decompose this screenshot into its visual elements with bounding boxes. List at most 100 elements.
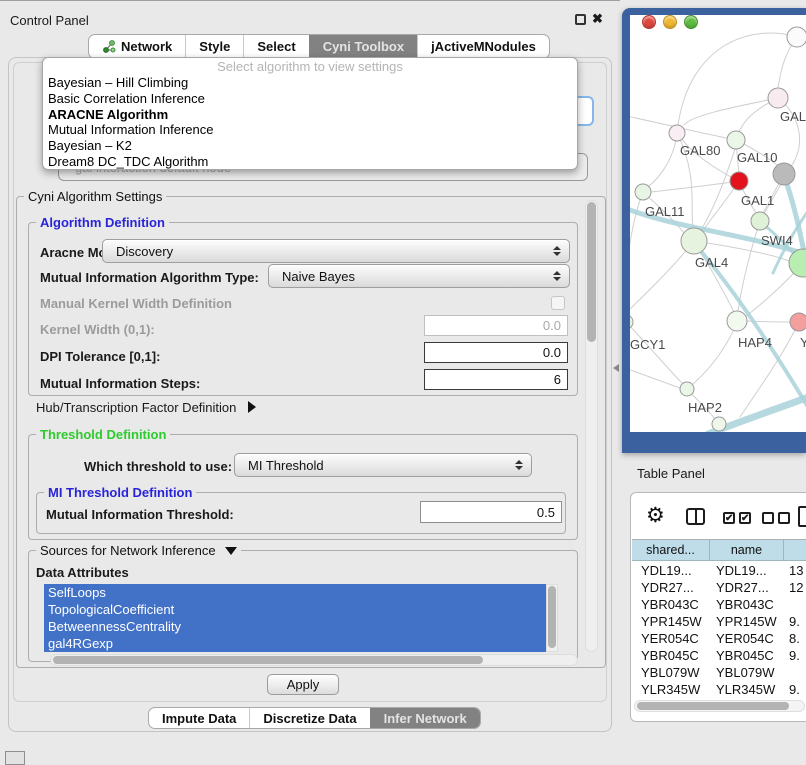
- table-cell: YBR045C: [710, 647, 784, 664]
- algorithm-option-bayesian-k2[interactable]: Bayesian – K2: [43, 138, 577, 154]
- cyni-tab-impute-data[interactable]: Impute Data: [149, 708, 249, 728]
- tab-jactivemnodules-label: jActiveMNodules: [431, 39, 536, 54]
- attributes-list-scrollbar-thumb[interactable]: [548, 586, 556, 648]
- table-cell: YDR27...: [710, 579, 784, 596]
- mi-algorithm-type-select[interactable]: Naive Bayes: [268, 264, 570, 288]
- table-column-header-shared[interactable]: shared...: [632, 540, 710, 560]
- algorithm-definition-title: Algorithm Definition: [36, 215, 169, 230]
- table-row[interactable]: YBL079WYBL079W: [632, 664, 806, 681]
- network-node[interactable]: [680, 382, 694, 396]
- table-cell: YDL19...: [710, 562, 784, 579]
- stepper-icon: [552, 271, 562, 281]
- settings-vertical-scrollbar-thumb[interactable]: [587, 202, 596, 342]
- dpi-tolerance-input[interactable]: 0.0: [424, 342, 568, 363]
- splitter-collapse-arrow[interactable]: [613, 364, 619, 372]
- node-label-hap4: HAP4: [738, 335, 772, 350]
- network-node[interactable]: [773, 163, 795, 185]
- mi-algorithm-type-value: Naive Bayes: [269, 269, 552, 284]
- network-node[interactable]: [669, 125, 685, 141]
- gear-icon[interactable]: ⚙: [646, 503, 665, 528]
- algorithm-dropdown: Select algorithm to view settings Bayesi…: [42, 57, 578, 170]
- hub-definition-expander[interactable]: Hub/Transcription Factor Definition: [36, 400, 256, 415]
- table-row[interactable]: YLR345WYLR345W9.: [632, 681, 806, 698]
- network-edge: [630, 322, 682, 383]
- table-row[interactable]: YDL19...YDL19...13: [632, 562, 806, 579]
- kernel-width-input[interactable]: 0.0: [424, 315, 568, 336]
- apply-button[interactable]: Apply: [267, 674, 339, 695]
- network-icon: [102, 40, 116, 54]
- table-row[interactable]: YIL052CYIL052C9: [632, 698, 806, 699]
- manual-kernel-width-label: Manual Kernel Width Definition: [40, 296, 232, 311]
- manual-kernel-width-checkbox[interactable]: [551, 296, 565, 310]
- node-label-y: Y: [800, 335, 806, 350]
- collapsed-panel-handle[interactable]: [5, 751, 25, 765]
- document-icon[interactable]: [798, 506, 806, 527]
- cyni-tab-discretize-data[interactable]: Discretize Data: [249, 708, 369, 728]
- tab-network[interactable]: Network: [89, 35, 185, 58]
- network-node[interactable]: [727, 131, 745, 149]
- cyni-tab-impute-data-label: Impute Data: [162, 711, 236, 726]
- settings-horizontal-scrollbar-thumb[interactable]: [53, 656, 483, 664]
- algorithm-option-basic-correlation-inference[interactable]: Basic Correlation Inference: [43, 91, 577, 107]
- sources-group-title[interactable]: Sources for Network Inference: [36, 543, 241, 558]
- aracne-mode-select[interactable]: Discovery: [102, 239, 570, 263]
- which-threshold-select[interactable]: MI Threshold: [234, 453, 532, 477]
- network-node[interactable]: [681, 228, 707, 254]
- mi-threshold-input[interactable]: 0.5: [420, 501, 562, 523]
- network-edge: [738, 221, 760, 311]
- algorithm-option-mutual-information-inference[interactable]: Mutual Information Inference: [43, 122, 577, 138]
- tab-jactivemnodules[interactable]: jActiveMNodules: [417, 35, 549, 58]
- table-row[interactable]: YBR045CYBR045C9.: [632, 647, 806, 664]
- close-icon[interactable]: ✖: [592, 11, 603, 27]
- tab-select-label: Select: [257, 39, 295, 54]
- cyni-tab-infer-network[interactable]: Infer Network: [370, 708, 480, 728]
- stepper-icon: [514, 460, 524, 470]
- select-all-checkbox-icon[interactable]: ✔: [739, 512, 751, 524]
- table-horizontal-scrollbar-thumb[interactable]: [637, 702, 789, 710]
- mi-threshold-group-title: MI Threshold Definition: [44, 485, 196, 500]
- network-node[interactable]: [712, 417, 726, 431]
- table-cell: 9.: [784, 647, 806, 664]
- network-node[interactable]: [751, 212, 769, 230]
- algorithm-option-aracne-algorithm[interactable]: ARACNE Algorithm: [43, 107, 577, 123]
- data-attribute-item-topologicalcoefficient[interactable]: TopologicalCoefficient: [44, 601, 546, 618]
- table-row[interactable]: YBR043CYBR043C: [632, 596, 806, 613]
- kernel-width-value: 0.0: [543, 318, 561, 333]
- table-row[interactable]: YDR27...YDR27...12: [632, 579, 806, 596]
- data-attribute-item-selfloops[interactable]: SelfLoops: [44, 584, 546, 601]
- network-node[interactable]: [790, 313, 806, 331]
- which-threshold-label: Which threshold to use:: [84, 459, 232, 474]
- tab-style[interactable]: Style: [185, 35, 243, 58]
- table-column-header-name[interactable]: name: [710, 540, 784, 560]
- tab-select[interactable]: Select: [243, 35, 308, 58]
- algorithm-option-dream8-dc-tdc-algorithm[interactable]: Dream8 DC_TDC Algorithm: [43, 154, 577, 170]
- mi-steps-input[interactable]: 6: [424, 369, 568, 390]
- network-edge: [649, 133, 677, 186]
- split-columns-icon[interactable]: [686, 508, 705, 525]
- network-node[interactable]: [768, 88, 788, 108]
- data-attributes-list: SelfLoopsTopologicalCoefficientBetweenne…: [44, 584, 546, 652]
- table-row[interactable]: YER054CYER054C8.: [632, 630, 806, 647]
- network-node[interactable]: [630, 315, 633, 329]
- deselect-all-checkbox-icon[interactable]: [778, 512, 790, 524]
- table-column-header-extra[interactable]: [784, 540, 806, 560]
- select-all-checkbox-icon[interactable]: ✔: [723, 512, 735, 524]
- network-node[interactable]: [787, 27, 806, 47]
- table-cell: 12: [784, 579, 806, 596]
- table-cell: YLR345W: [710, 681, 784, 698]
- network-canvas[interactable]: GAL7GAL80GAL10GAL1GAL11SWI4GAL4HAP4YGCY1…: [630, 15, 806, 432]
- float-panel-icon[interactable]: [575, 14, 586, 25]
- data-attribute-item-gal4rgexp[interactable]: gal4RGexp: [44, 635, 546, 652]
- network-node[interactable]: [635, 184, 651, 200]
- table-panel-title: Table Panel: [637, 466, 705, 481]
- table-cell: 9: [784, 698, 806, 699]
- data-attribute-item-betweennesscentrality[interactable]: BetweennessCentrality: [44, 618, 546, 635]
- network-node[interactable]: [727, 311, 747, 331]
- which-threshold-value: MI Threshold: [235, 458, 514, 473]
- algorithm-option-bayesian-hill-climbing[interactable]: Bayesian – Hill Climbing: [43, 75, 577, 91]
- table-row[interactable]: YPR145WYPR145W9.: [632, 613, 806, 630]
- network-edge: [630, 192, 643, 285]
- network-node[interactable]: [730, 172, 748, 190]
- tab-cyni-toolbox[interactable]: Cyni Toolbox: [309, 35, 417, 58]
- deselect-all-checkbox-icon[interactable]: [762, 512, 774, 524]
